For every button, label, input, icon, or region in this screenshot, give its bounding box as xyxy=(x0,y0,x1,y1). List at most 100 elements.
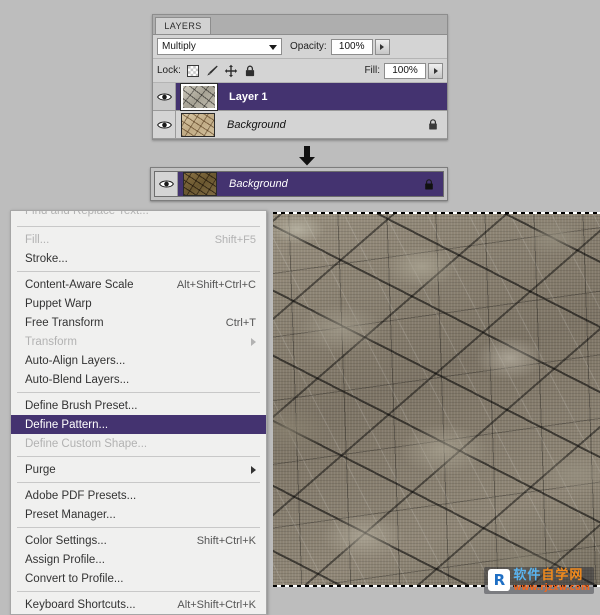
menu-item-shortcut: Alt+Shift+Ctrl+C xyxy=(176,278,256,291)
menu-item-label: Color Settings... xyxy=(25,534,107,547)
menu-item-label: Define Custom Shape... xyxy=(25,437,148,450)
menu-item-label: Transform xyxy=(25,335,77,348)
menu-item-color-settings[interactable]: Color Settings... Shift+Ctrl+K xyxy=(11,531,266,550)
menu-item-label: Free Transform xyxy=(25,316,104,329)
menu-item-stroke[interactable]: Stroke... xyxy=(11,249,266,268)
menu-item-label: Content-Aware Scale xyxy=(25,278,134,291)
edit-menu[interactable]: Find and Replace Text... Fill... Shift+F5 S… xyxy=(10,210,267,615)
layer-thumbnail[interactable] xyxy=(181,112,215,137)
menu-separator xyxy=(17,456,260,457)
blend-mode-value: Multiply xyxy=(162,41,196,52)
panel-tab-bar: LAYERS xyxy=(153,15,447,35)
menu-item-puppet-warp[interactable]: Puppet Warp xyxy=(11,294,266,313)
menu-item-label: Keyboard Shortcuts... xyxy=(25,598,136,611)
watermark-site-name: 软件自学网 xyxy=(513,569,590,582)
watermark-cn-part2: 自学网 xyxy=(541,567,584,583)
menu-item-label: Puppet Warp xyxy=(25,297,92,310)
menu-item-label: Define Pattern... xyxy=(25,418,109,431)
menu-separator xyxy=(17,482,260,483)
chevron-right-icon xyxy=(251,337,256,346)
arrow-down-icon xyxy=(299,146,315,166)
layer-name-label: Layer 1 xyxy=(229,90,268,103)
watermark-logo-letter: R xyxy=(493,571,506,590)
opacity-stepper[interactable] xyxy=(374,38,390,55)
layer-name-label: Background xyxy=(227,118,286,131)
menu-item-auto-align-layers[interactable]: Auto-Align Layers... xyxy=(11,351,266,370)
lock-fill-row: Lock: Fill: 100% xyxy=(153,59,447,83)
layer-row-layer-1[interactable]: Layer 1 xyxy=(153,82,447,111)
fill-stepper[interactable] xyxy=(428,62,443,79)
watermark-text: 软件自学网 www.rjzxw.com xyxy=(513,569,590,593)
menu-item-free-transform[interactable]: Free Transform Ctrl+T xyxy=(11,313,266,332)
chevron-down-icon xyxy=(269,44,277,50)
menu-item-label: Stroke... xyxy=(25,252,68,265)
menu-separator xyxy=(17,226,260,227)
menu-item-preset-manager[interactable]: Preset Manager... xyxy=(11,505,266,524)
layer-thumbnail[interactable] xyxy=(183,172,217,196)
menu-item-adobe-pdf-presets[interactable]: Adobe PDF Presets... xyxy=(11,486,266,505)
menu-item-label: Auto-Blend Layers... xyxy=(25,373,130,386)
menu-item-keyboard-shortcuts[interactable]: Keyboard Shortcuts... Alt+Shift+Ctrl+K xyxy=(11,595,266,614)
opacity-label: Opacity: xyxy=(290,41,327,52)
watermark-url: www.rjzxw.com xyxy=(513,582,590,593)
menu-item-fill: Fill... Shift+F5 xyxy=(11,230,266,249)
watermark-cn-part1: 软件 xyxy=(513,567,542,583)
lock-position-move-icon[interactable] xyxy=(224,64,238,78)
menu-item-auto-blend-layers[interactable]: Auto-Blend Layers... xyxy=(11,370,266,389)
result-layers-panel: Background xyxy=(150,167,448,201)
tab-layers-label: LAYERS xyxy=(164,21,202,31)
layer-row-background[interactable]: Background xyxy=(153,111,447,139)
blend-opacity-row: Multiply Opacity: 100% xyxy=(153,35,447,59)
menu-item-define-custom-shape: Define Custom Shape... xyxy=(11,434,266,453)
menu-item-shortcut: Ctrl+T xyxy=(225,316,256,329)
menu-item-convert-to-profile[interactable]: Convert to Profile... xyxy=(11,569,266,588)
watermark: R 软件自学网 www.rjzxw.com xyxy=(484,566,594,594)
layer-visibility-toggle[interactable] xyxy=(153,111,176,138)
menu-item-label: Preset Manager... xyxy=(25,508,116,521)
opacity-input[interactable]: 100% xyxy=(330,38,373,55)
menu-item-label: Adobe PDF Presets... xyxy=(25,489,137,502)
menu-item-shortcut: Shift+F5 xyxy=(214,233,256,246)
layer-visibility-toggle[interactable] xyxy=(155,172,178,196)
menu-item-label: Find and Replace Text... xyxy=(25,211,149,217)
lock-image-pixels-brush-icon[interactable] xyxy=(205,64,219,78)
menu-item-label: Fill... xyxy=(25,233,50,246)
menu-item-label: Define Brush Preset... xyxy=(25,399,138,412)
menu-item-content-aware-scale[interactable]: Content-Aware Scale Alt+Shift+Ctrl+C xyxy=(11,275,266,294)
fill-value: 100% xyxy=(392,65,418,76)
menu-separator xyxy=(17,392,260,393)
layers-panel: LAYERS Multiply Opacity: 100% Lock: Fill… xyxy=(152,14,448,140)
menu-item-transform: Transform xyxy=(11,332,266,351)
menu-separator xyxy=(17,591,260,592)
menu-item-label: Auto-Align Layers... xyxy=(25,354,126,367)
selection-marquee-top xyxy=(273,212,600,214)
menu-item-label: Purge xyxy=(25,463,56,476)
eye-icon xyxy=(158,180,174,188)
menu-item-find-and-replace-text: Find and Replace Text... xyxy=(11,211,266,223)
chevron-right-icon xyxy=(380,43,385,50)
menu-item-label: Assign Profile... xyxy=(25,553,105,566)
fill-label: Fill: xyxy=(364,65,380,76)
opacity-value: 100% xyxy=(338,41,365,52)
image-canvas[interactable] xyxy=(273,212,600,587)
menu-item-purge[interactable]: Purge xyxy=(11,460,266,479)
menu-item-define-pattern[interactable]: Define Pattern... xyxy=(11,415,266,434)
fill-input[interactable]: 100% xyxy=(384,62,426,79)
menu-item-assign-profile[interactable]: Assign Profile... xyxy=(11,550,266,569)
lock-transparent-pixels-icon[interactable] xyxy=(186,64,200,78)
layer-locked-padlock-icon xyxy=(425,178,433,189)
lock-all-padlock-icon[interactable] xyxy=(243,64,257,78)
eye-icon xyxy=(156,121,172,128)
blend-mode-select[interactable]: Multiply xyxy=(157,38,282,55)
layer-thumbnail[interactable] xyxy=(180,82,218,111)
menu-item-label: Convert to Profile... xyxy=(25,572,124,585)
eye-icon xyxy=(156,93,172,100)
layer-visibility-toggle[interactable] xyxy=(153,83,176,110)
menu-item-shortcut: Alt+Shift+Ctrl+K xyxy=(177,598,256,611)
menu-item-define-brush-preset[interactable]: Define Brush Preset... xyxy=(11,396,266,415)
layer-locked-padlock-icon xyxy=(429,119,437,130)
tab-layers[interactable]: LAYERS xyxy=(155,17,211,34)
layer-name-label: Background xyxy=(229,178,288,190)
chevron-right-icon xyxy=(251,465,256,474)
layer-row-background-merged[interactable]: Background xyxy=(154,171,444,197)
